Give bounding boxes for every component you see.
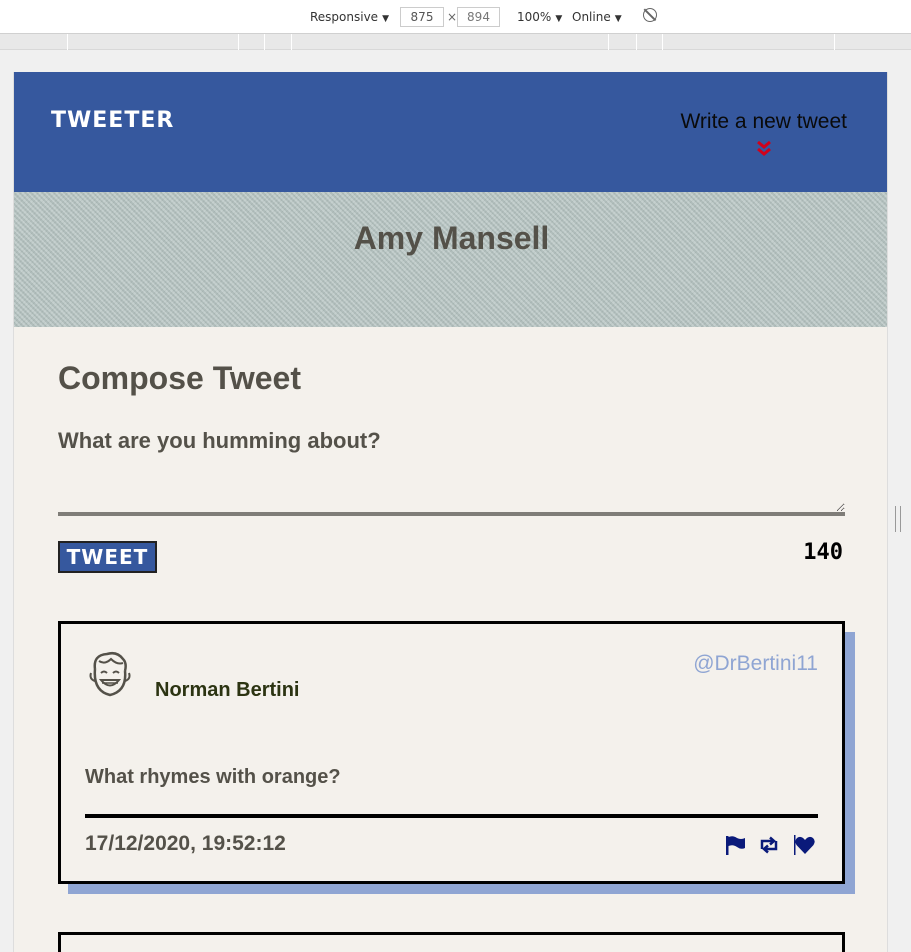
viewport-height-input[interactable]: 894 [457,7,500,27]
device-select[interactable]: Responsive ▼ [310,10,389,24]
tweet-actions [724,834,818,856]
tweet-author-name: Norman Bertini [155,679,300,701]
rotate-icon[interactable] [643,8,657,22]
zoom-select[interactable]: 100% ▼ [517,10,562,24]
brand-logo[interactable]: TWEETER [51,108,174,133]
tweet-text: What rhymes with orange? [85,766,341,788]
dimension-separator: × [447,10,458,24]
viewport-resize-handle[interactable] [895,506,901,532]
devtools-toolbar: Responsive ▼ 875 × 894 100% ▼ Online ▼ [0,0,911,34]
tweet-card: Norman Bertini @DrBertini11 What rhymes … [58,621,845,884]
network-throttle-select[interactable]: Online ▼ [572,10,622,24]
profile-name: Amy Mansell [353,220,550,256]
retweet-icon[interactable] [758,834,780,856]
tweet-divider [85,814,818,818]
compose-title: Compose Tweet [58,360,301,396]
flag-icon[interactable] [724,834,746,856]
top-nav: TWEETER Write a new tweet [14,72,887,192]
profile-banner: Amy Mansell [14,192,887,327]
character-counter: 140 [803,540,843,565]
compose-prompt: What are you humming about? [58,428,381,453]
double-chevron-down-icon[interactable] [755,138,773,160]
tweet-timestamp: 17/12/2020, 19:52:12 [85,832,286,855]
write-new-tweet-label: Write a new tweet [680,110,847,133]
viewport-width-input[interactable]: 875 [400,7,444,27]
smiling-face-avatar-icon [89,651,131,697]
tweet-textarea[interactable] [58,472,845,516]
write-new-tweet-link[interactable]: Write a new tweet [680,110,847,160]
emulated-viewport: TWEETER Write a new tweet Amy Mansell Co… [13,72,888,952]
tweet-author-handle[interactable]: @DrBertini11 [693,652,818,676]
heart-icon[interactable] [794,834,816,856]
tweet-card [58,932,845,952]
tweet-submit-button[interactable]: TWEET [58,541,157,573]
media-query-ruler [0,34,911,50]
